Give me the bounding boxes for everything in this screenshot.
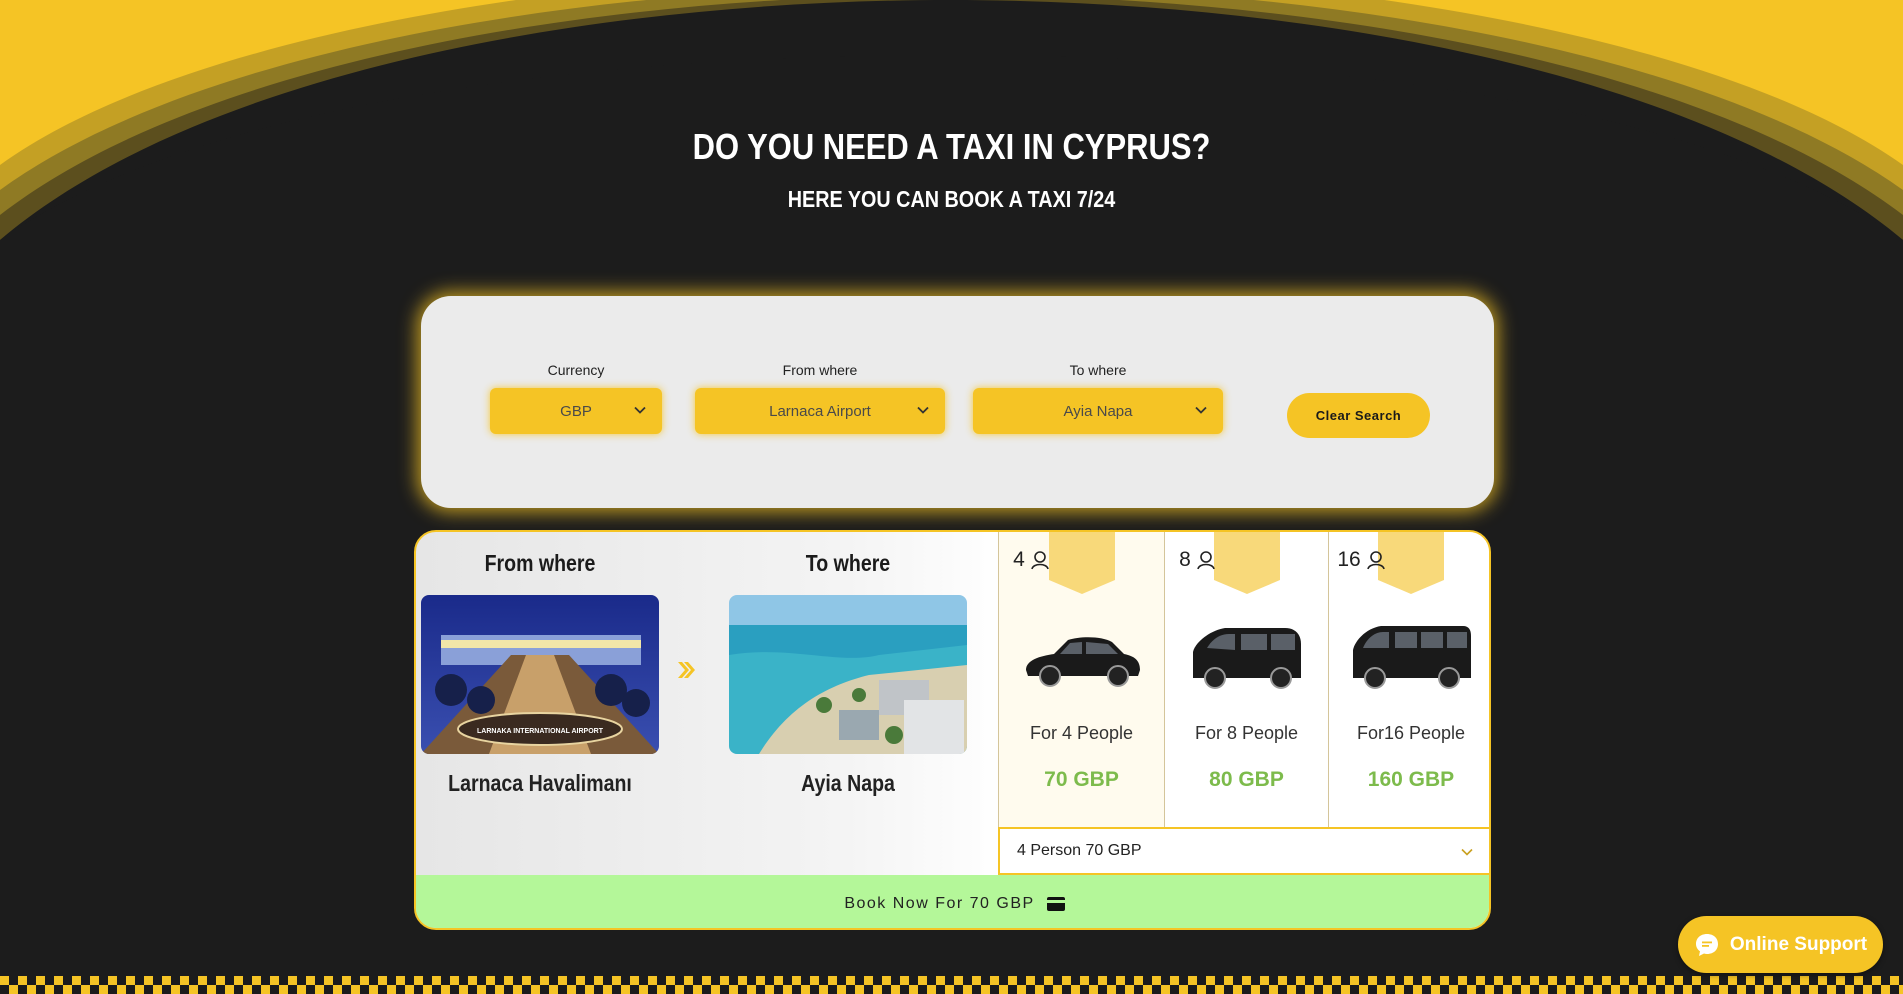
checkered-taxi-strip xyxy=(0,976,1903,994)
vehicle-options: 4 For 4 People 70 GBP 8 For 8 People 80 … xyxy=(998,532,1489,827)
origin-image: LARNAKA INTERNATIONAL AIRPORT xyxy=(421,595,659,754)
from-label: From where xyxy=(782,362,858,378)
currency-label: Currency xyxy=(547,362,605,378)
book-now-button[interactable]: Book Now For 70 GBP xyxy=(416,875,1489,928)
minibus-image xyxy=(1353,626,1471,689)
capacity-count: 4 xyxy=(1013,548,1025,571)
from-field: From where Larnaca Airport xyxy=(695,362,945,434)
chevron-down-icon xyxy=(634,406,646,414)
person-icon xyxy=(1197,551,1215,570)
to-label: To where xyxy=(1069,362,1127,378)
vehicle-label: For 8 People xyxy=(1194,723,1299,743)
from-select[interactable]: Larnaca Airport xyxy=(695,388,945,434)
destination-heading: To where xyxy=(805,550,891,576)
vehicle-label: For16 People xyxy=(1356,723,1466,743)
from-value: Larnaca Airport xyxy=(769,402,871,420)
person-icon xyxy=(1031,551,1049,570)
online-support-label: Online Support xyxy=(1729,933,1868,955)
credit-card-icon xyxy=(1046,896,1065,911)
clear-search-button[interactable]: Clear Search xyxy=(1287,393,1430,438)
online-support-button[interactable]: Online Support xyxy=(1678,916,1883,973)
to-field: To where Ayia Napa xyxy=(973,362,1223,434)
to-select[interactable]: Ayia Napa xyxy=(973,388,1223,434)
vehicle-price: 160 GBP xyxy=(1367,768,1455,791)
currency-value: GBP xyxy=(560,402,592,420)
destination-column: To where Ayia Napa xyxy=(728,532,968,797)
route-result-card: From where LARNAKA INTERNATIONAL AIRPORT… xyxy=(414,530,1491,930)
book-now-label: Book Now For 70 GBP xyxy=(844,894,1035,912)
van-image xyxy=(1192,628,1301,689)
destination-name: Ayia Napa xyxy=(801,770,895,796)
origin-column: From where LARNAKA INTERNATIONAL AIRPORT… xyxy=(420,532,660,797)
person-icon xyxy=(1366,551,1385,570)
vehicle-price: 80 GBP xyxy=(1209,768,1284,791)
hero-subtitle: HERE YOU CAN BOOK A TAXI 7/24 xyxy=(787,186,1116,212)
origin-heading: From where xyxy=(484,550,596,576)
vehicle-option-4[interactable]: 4 For 4 People 70 GBP xyxy=(998,532,1164,827)
chevron-down-icon xyxy=(1195,406,1207,414)
currency-field: Currency GBP xyxy=(490,362,662,434)
sedan-car-image xyxy=(1025,637,1140,687)
vehicle-option-16[interactable]: 16 For16 People 160 GBP xyxy=(1328,532,1489,827)
passenger-option-select[interactable]: 4 Person 70 GBP xyxy=(998,827,1489,875)
chevron-down-icon xyxy=(917,406,929,414)
chat-bubble-icon xyxy=(1695,933,1718,956)
vehicle-label: For 4 People xyxy=(1029,723,1134,743)
double-chevron-right-icon xyxy=(678,662,695,678)
capacity-count: 16 xyxy=(1337,548,1361,571)
search-panel: Currency GBP From where Larnaca Airport … xyxy=(421,296,1494,508)
capacity-count: 8 xyxy=(1179,548,1191,571)
vehicle-option-8[interactable]: 8 For 8 People 80 GBP xyxy=(1164,532,1328,827)
origin-name: Larnaca Havalimanı xyxy=(448,770,632,796)
chevron-down-icon xyxy=(1461,848,1473,856)
to-value: Ayia Napa xyxy=(1063,402,1133,420)
passenger-option-value: 4 Person 70 GBP xyxy=(1017,842,1142,859)
hero-title: DO YOU NEED A TAXI IN CYPRUS? xyxy=(692,126,1211,167)
origin-image-caption: LARNAKA INTERNATIONAL AIRPORT xyxy=(477,728,604,735)
destination-image xyxy=(729,595,967,754)
currency-select[interactable]: GBP xyxy=(490,388,662,434)
vehicle-price: 70 GBP xyxy=(1044,768,1119,791)
